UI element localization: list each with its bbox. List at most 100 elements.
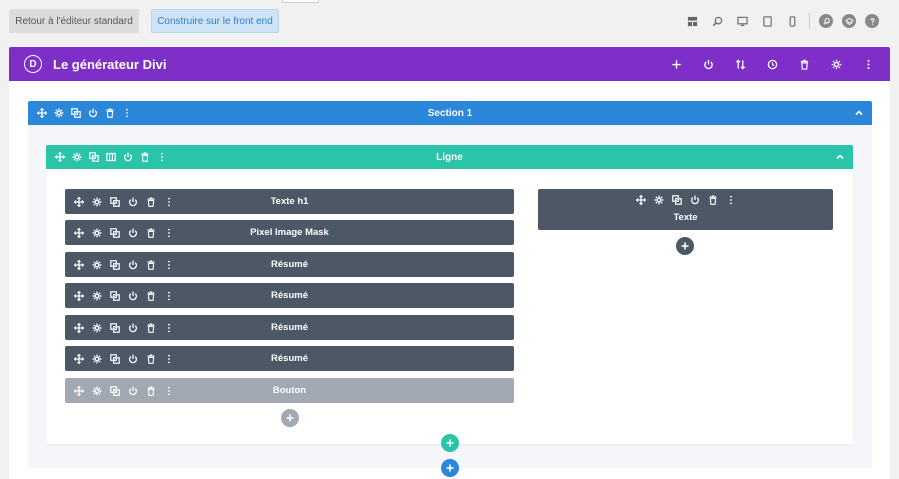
trash-icon[interactable] bbox=[104, 108, 115, 119]
duplicate-icon[interactable] bbox=[88, 152, 99, 163]
more-icon[interactable] bbox=[163, 353, 174, 364]
power-icon[interactable] bbox=[127, 290, 138, 301]
module-pixel-image-mask[interactable]: Pixel Image Mask bbox=[65, 220, 514, 245]
move-icon[interactable] bbox=[635, 194, 646, 205]
desktop-icon[interactable] bbox=[734, 13, 750, 29]
gear-icon[interactable] bbox=[91, 227, 102, 238]
trash-icon[interactable] bbox=[145, 227, 156, 238]
trash-icon[interactable] bbox=[796, 57, 812, 71]
add-module-button[interactable] bbox=[281, 409, 299, 427]
move-icon[interactable] bbox=[73, 227, 84, 238]
duplicate-icon[interactable] bbox=[109, 353, 120, 364]
collapse-chevron-icon[interactable] bbox=[854, 101, 864, 125]
wireframe-icon[interactable] bbox=[684, 13, 700, 29]
gear-icon[interactable] bbox=[91, 385, 102, 396]
more-icon[interactable] bbox=[163, 227, 174, 238]
module-bouton-disabled[interactable]: Bouton bbox=[65, 378, 514, 403]
gear-icon[interactable] bbox=[828, 57, 844, 71]
gear-icon[interactable] bbox=[71, 152, 82, 163]
power-icon[interactable] bbox=[127, 227, 138, 238]
gear-icon[interactable] bbox=[91, 290, 102, 301]
layers-icon[interactable] bbox=[842, 14, 856, 28]
duplicate-icon[interactable] bbox=[109, 322, 120, 333]
module-tools bbox=[538, 194, 833, 205]
row-header[interactable]: Ligne bbox=[46, 145, 853, 169]
move-icon[interactable] bbox=[73, 353, 84, 364]
more-icon[interactable] bbox=[860, 57, 876, 71]
duplicate-icon[interactable] bbox=[109, 227, 120, 238]
tablet-icon[interactable] bbox=[759, 13, 775, 29]
duplicate-icon[interactable] bbox=[109, 385, 120, 396]
duplicate-icon[interactable] bbox=[109, 196, 120, 207]
module-resume-2[interactable]: Résumé bbox=[65, 283, 514, 308]
trash-icon[interactable] bbox=[145, 196, 156, 207]
power-icon[interactable] bbox=[127, 353, 138, 364]
power-icon[interactable] bbox=[689, 194, 700, 205]
add-icon[interactable] bbox=[668, 57, 684, 71]
phone-icon[interactable] bbox=[784, 13, 800, 29]
move-icon[interactable] bbox=[36, 108, 47, 119]
gear-icon[interactable] bbox=[91, 353, 102, 364]
more-icon[interactable] bbox=[163, 290, 174, 301]
power-icon[interactable] bbox=[127, 322, 138, 333]
move-icon[interactable] bbox=[73, 196, 84, 207]
module-resume-3[interactable]: Résumé bbox=[65, 315, 514, 340]
more-icon[interactable] bbox=[163, 259, 174, 270]
move-icon[interactable] bbox=[54, 152, 65, 163]
module-texte[interactable]: Texte bbox=[538, 189, 833, 230]
sort-icon[interactable] bbox=[732, 57, 748, 71]
trash-icon[interactable] bbox=[145, 322, 156, 333]
module-tools bbox=[73, 220, 174, 245]
search-icon[interactable] bbox=[819, 14, 833, 28]
gear-icon[interactable] bbox=[653, 194, 664, 205]
duplicate-icon[interactable] bbox=[70, 108, 81, 119]
screen-options-tab[interactable] bbox=[282, 0, 319, 3]
move-icon[interactable] bbox=[73, 290, 84, 301]
more-icon[interactable] bbox=[725, 194, 736, 205]
help-icon[interactable] bbox=[865, 14, 879, 28]
history-icon[interactable] bbox=[764, 57, 780, 71]
gear-icon[interactable] bbox=[53, 108, 64, 119]
gear-icon[interactable] bbox=[91, 259, 102, 270]
zoom-icon[interactable] bbox=[709, 13, 725, 29]
gear-icon[interactable] bbox=[91, 322, 102, 333]
trash-icon[interactable] bbox=[145, 353, 156, 364]
power-icon[interactable] bbox=[127, 385, 138, 396]
gear-icon[interactable] bbox=[91, 196, 102, 207]
collapse-chevron-icon[interactable] bbox=[835, 145, 845, 169]
duplicate-icon[interactable] bbox=[109, 290, 120, 301]
trash-icon[interactable] bbox=[707, 194, 718, 205]
module-texte-h1[interactable]: Texte h1 bbox=[65, 189, 514, 214]
module-resume-1[interactable]: Résumé bbox=[65, 252, 514, 277]
move-icon[interactable] bbox=[73, 322, 84, 333]
move-icon[interactable] bbox=[73, 259, 84, 270]
builder-canvas: Section 1 Ligne Texte h1 Pixel Image Mas… bbox=[9, 81, 890, 479]
module-tools bbox=[73, 283, 174, 308]
front-end-builder-button[interactable]: Construire sur le front end bbox=[151, 9, 279, 33]
power-icon[interactable] bbox=[122, 152, 133, 163]
builder-actions bbox=[668, 57, 876, 71]
power-icon[interactable] bbox=[127, 259, 138, 270]
more-icon[interactable] bbox=[163, 196, 174, 207]
add-row-button[interactable] bbox=[441, 434, 459, 452]
duplicate-icon[interactable] bbox=[109, 259, 120, 270]
trash-icon[interactable] bbox=[145, 290, 156, 301]
add-section-button[interactable] bbox=[441, 459, 459, 477]
power-icon[interactable] bbox=[127, 196, 138, 207]
more-icon[interactable] bbox=[163, 322, 174, 333]
more-icon[interactable] bbox=[163, 385, 174, 396]
trash-icon[interactable] bbox=[145, 259, 156, 270]
power-icon[interactable] bbox=[87, 108, 98, 119]
more-icon[interactable] bbox=[121, 108, 132, 119]
add-module-button[interactable] bbox=[676, 237, 694, 255]
more-icon[interactable] bbox=[156, 152, 167, 163]
move-icon[interactable] bbox=[73, 385, 84, 396]
power-icon[interactable] bbox=[700, 57, 716, 71]
standard-editor-button[interactable]: Retour à l'éditeur standard bbox=[9, 9, 139, 33]
trash-icon[interactable] bbox=[145, 385, 156, 396]
trash-icon[interactable] bbox=[139, 152, 150, 163]
section-header[interactable]: Section 1 bbox=[28, 101, 872, 125]
duplicate-icon[interactable] bbox=[671, 194, 682, 205]
module-resume-4[interactable]: Résumé bbox=[65, 346, 514, 371]
columns-icon[interactable] bbox=[105, 152, 116, 163]
